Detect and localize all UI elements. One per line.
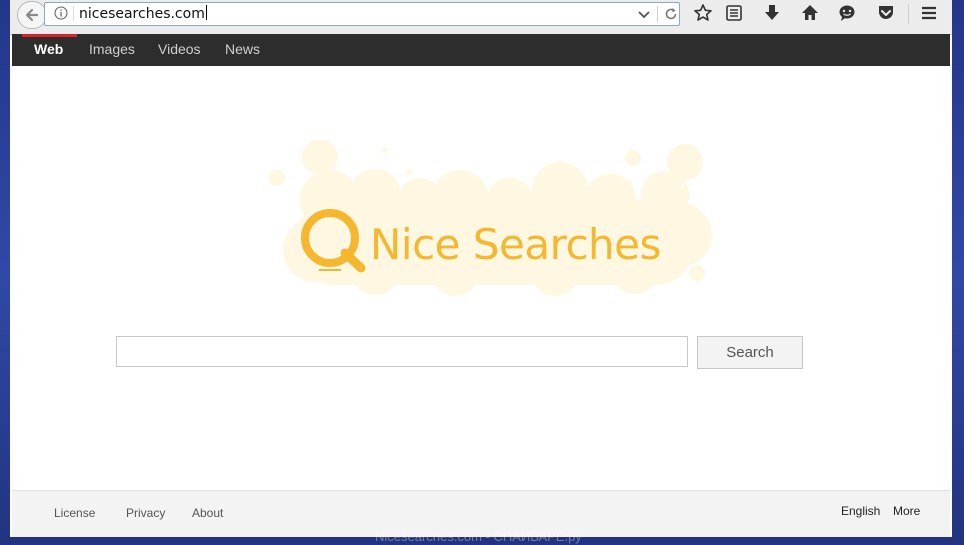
pocket-icon[interactable] [876, 3, 896, 23]
url-text[interactable]: nicesearches.com [79, 5, 207, 22]
tab-videos[interactable]: Videos [158, 34, 201, 66]
reading-list-icon[interactable] [724, 3, 744, 23]
info-icon[interactable] [54, 6, 68, 20]
tab-news[interactable]: News [225, 34, 260, 66]
download-icon[interactable] [762, 3, 782, 23]
bookmark-star-icon[interactable] [693, 3, 713, 23]
search-button[interactable]: Search [697, 336, 803, 369]
logo-text: Nice Searches [370, 220, 661, 269]
chat-icon[interactable] [837, 3, 857, 23]
browser-window: nicesearches.com Web Images Videos News … [10, 0, 952, 537]
toolbar-separator [908, 4, 909, 24]
footer-link-about[interactable]: About [192, 506, 223, 520]
footer-link-language[interactable]: English [841, 504, 880, 518]
dropdown-chevron-icon[interactable] [635, 5, 653, 23]
browser-toolbar: nicesearches.com [10, 0, 952, 35]
tab-web[interactable]: Web [34, 34, 63, 66]
footer-link-more[interactable]: More [893, 504, 920, 518]
back-button[interactable] [17, 1, 47, 29]
menu-hamburger-icon[interactable] [919, 3, 939, 23]
search-input[interactable] [116, 336, 688, 367]
footer-link-privacy[interactable]: Privacy [126, 506, 165, 520]
url-separator [657, 6, 658, 22]
search-type-nav: Web Images Videos News [12, 34, 950, 66]
back-arrow-icon [25, 8, 39, 22]
footer-link-license[interactable]: License [54, 506, 95, 520]
address-bar[interactable]: nicesearches.com [44, 2, 680, 26]
reload-icon[interactable] [662, 5, 680, 23]
home-icon[interactable] [800, 3, 820, 23]
watermark-text: Nicesearches.com - СПАЙВАРЕ.ру [375, 529, 582, 544]
tab-images[interactable]: Images [89, 34, 135, 66]
